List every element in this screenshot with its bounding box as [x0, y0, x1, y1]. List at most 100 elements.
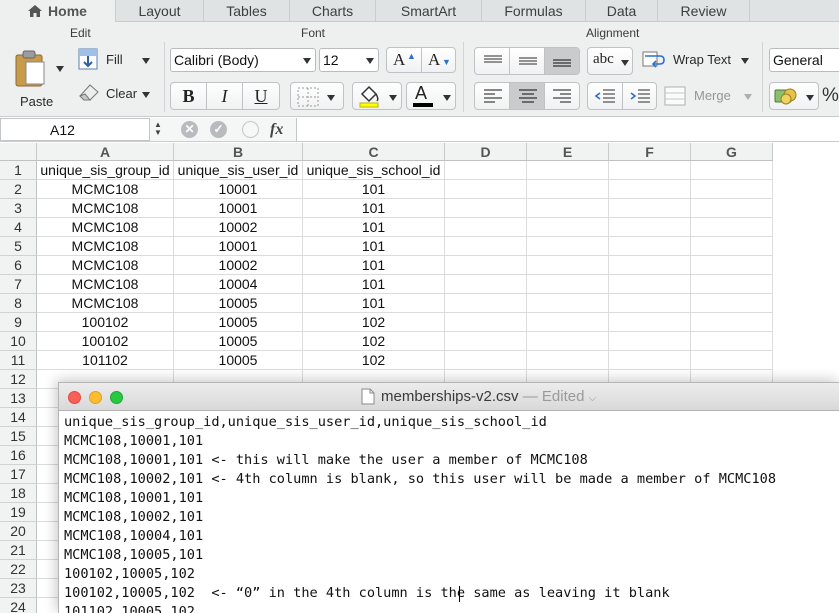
paste-button[interactable]: Paste	[10, 48, 68, 112]
table-cell[interactable]	[691, 199, 773, 218]
tab-formulas[interactable]: Formulas	[482, 0, 586, 22]
tab-data[interactable]: Data	[586, 0, 658, 22]
tab-review[interactable]: Review	[658, 0, 750, 22]
number-format-select[interactable]: General	[769, 48, 839, 72]
bold-button[interactable]: B	[171, 83, 207, 109]
table-cell[interactable]	[527, 256, 609, 275]
decrease-font-button[interactable]: A ▼	[422, 48, 456, 72]
name-box-stepper[interactable]: ▲ ▼	[152, 121, 164, 139]
table-cell[interactable]: 102	[303, 332, 445, 351]
table-cell[interactable]	[691, 237, 773, 256]
row-header[interactable]: 8	[0, 294, 37, 313]
table-cell[interactable]: 101102	[37, 351, 174, 370]
increase-indent-button[interactable]	[623, 83, 657, 109]
column-header-b[interactable]: B	[174, 143, 303, 161]
row-header[interactable]: 2	[0, 180, 37, 199]
table-cell[interactable]	[691, 294, 773, 313]
table-cell[interactable]	[609, 351, 691, 370]
tab-tables[interactable]: Tables	[204, 0, 290, 22]
row-header[interactable]: 12	[0, 370, 37, 389]
table-cell[interactable]	[445, 256, 527, 275]
table-cell[interactable]	[527, 351, 609, 370]
row-header[interactable]: 23	[0, 579, 37, 598]
table-cell[interactable]: MCMC108	[37, 294, 174, 313]
increase-font-button[interactable]: A ▲	[387, 48, 422, 72]
zoom-window-button[interactable]	[110, 391, 123, 404]
table-cell[interactable]	[445, 161, 527, 180]
table-cell[interactable]	[691, 161, 773, 180]
table-cell[interactable]: unique_sis_school_id	[303, 161, 445, 180]
table-cell[interactable]	[691, 275, 773, 294]
close-window-button[interactable]	[68, 391, 81, 404]
chevron-down-icon[interactable]: ⌵	[589, 393, 597, 404]
column-header-d[interactable]: D	[445, 143, 527, 161]
table-cell[interactable]: 10005	[174, 332, 303, 351]
table-cell[interactable]: 10005	[174, 294, 303, 313]
table-cell[interactable]	[609, 237, 691, 256]
table-cell[interactable]: 101	[303, 199, 445, 218]
table-cell[interactable]	[609, 332, 691, 351]
table-cell[interactable]	[691, 180, 773, 199]
table-cell[interactable]	[527, 218, 609, 237]
table-cell[interactable]	[527, 180, 609, 199]
tab-layout[interactable]: Layout	[116, 0, 204, 22]
table-cell[interactable]	[445, 275, 527, 294]
column-header-e[interactable]: E	[527, 143, 609, 161]
row-header[interactable]: 9	[0, 313, 37, 332]
row-header[interactable]: 3	[0, 199, 37, 218]
wrap-text-button[interactable]: Wrap Text	[642, 48, 754, 74]
align-right-button[interactable]	[545, 83, 579, 109]
row-header[interactable]: 22	[0, 560, 37, 579]
table-cell[interactable]	[609, 180, 691, 199]
table-cell[interactable]: 100102	[37, 332, 174, 351]
table-cell[interactable]: 102	[303, 313, 445, 332]
tab-home[interactable]: Home	[0, 0, 116, 23]
table-cell[interactable]: 101	[303, 256, 445, 275]
table-cell[interactable]	[691, 256, 773, 275]
table-cell[interactable]: 100102	[37, 313, 174, 332]
table-cell[interactable]	[609, 199, 691, 218]
table-cell[interactable]: 101	[303, 218, 445, 237]
table-cell[interactable]: 10005	[174, 351, 303, 370]
table-cell[interactable]: MCMC108	[37, 180, 174, 199]
table-cell[interactable]	[445, 294, 527, 313]
cancel-icon[interactable]: ✕	[181, 121, 198, 138]
align-center-button[interactable]	[510, 83, 545, 109]
percent-button[interactable]: %	[822, 82, 839, 110]
formula-input[interactable]	[296, 118, 839, 141]
minimize-window-button[interactable]	[89, 391, 102, 404]
table-cell[interactable]	[445, 351, 527, 370]
table-cell[interactable]	[527, 332, 609, 351]
underline-button[interactable]: U	[243, 83, 279, 109]
table-cell[interactable]: 10005	[174, 313, 303, 332]
accounting-format-button[interactable]	[769, 82, 819, 110]
table-cell[interactable]: MCMC108	[37, 218, 174, 237]
table-cell[interactable]	[609, 275, 691, 294]
italic-button[interactable]: I	[207, 83, 243, 109]
table-cell[interactable]: 10002	[174, 218, 303, 237]
table-cell[interactable]	[691, 218, 773, 237]
decrease-indent-button[interactable]	[588, 83, 623, 109]
table-cell[interactable]	[445, 218, 527, 237]
table-cell[interactable]	[691, 351, 773, 370]
table-cell[interactable]: 10001	[174, 180, 303, 199]
table-cell[interactable]	[445, 180, 527, 199]
row-header[interactable]: 15	[0, 427, 37, 446]
table-cell[interactable]	[445, 313, 527, 332]
align-bottom-button[interactable]	[545, 48, 579, 74]
row-header[interactable]: 21	[0, 541, 37, 560]
row-header[interactable]: 11	[0, 351, 37, 370]
row-header[interactable]: 6	[0, 256, 37, 275]
table-cell[interactable]: 10002	[174, 256, 303, 275]
table-cell[interactable]	[527, 237, 609, 256]
row-header[interactable]: 1	[0, 161, 37, 180]
clear-button[interactable]: Clear	[78, 82, 158, 106]
table-cell[interactable]	[527, 294, 609, 313]
table-cell[interactable]	[445, 332, 527, 351]
table-cell[interactable]	[609, 256, 691, 275]
fill-color-button[interactable]	[352, 82, 402, 110]
table-cell[interactable]	[609, 161, 691, 180]
confirm-icon[interactable]: ✓	[210, 121, 227, 138]
row-header[interactable]: 18	[0, 484, 37, 503]
select-all-corner[interactable]	[0, 143, 37, 161]
